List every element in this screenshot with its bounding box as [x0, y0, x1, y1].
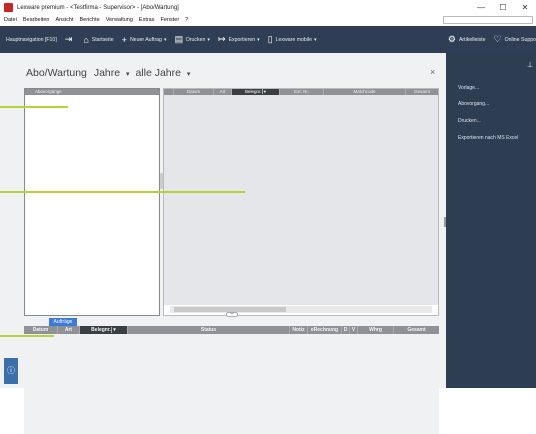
orders-col-status[interactable]: Status — [128, 326, 290, 334]
menu-verwaltung[interactable]: Verwaltung — [106, 17, 133, 23]
menu-berichte[interactable]: Berichte — [80, 17, 100, 23]
pin-toolbar-icon[interactable]: ⇥ — [65, 34, 76, 45]
info-icon[interactable]: ⓘ — [4, 358, 18, 384]
window-title: Lexware premium - <Testfirma - Superviso… — [17, 4, 179, 11]
minimize-button[interactable]: — — [470, 0, 492, 15]
gear-icon: ⚙ — [447, 34, 456, 44]
orders-col-notiz[interactable]: Notiz — [290, 326, 308, 334]
online-support-label: Online Suppo — [504, 36, 536, 43]
startseite-label: Startseite — [91, 36, 114, 43]
mobile-icon: ▯ — [267, 34, 273, 44]
chevron-down-icon: ▾ — [163, 36, 167, 43]
orders-col-v[interactable]: V — [350, 326, 358, 334]
startseite-button[interactable]: ⌂ Startseite — [83, 35, 113, 45]
app-icon — [4, 3, 13, 12]
artikelleiste-button[interactable]: ⚙ Artikelleiste — [448, 34, 486, 45]
home-icon: ⌂ — [83, 34, 89, 45]
chevron-down-icon[interactable]: ▾ — [126, 71, 130, 78]
action-abovorgang[interactable]: Abovorgang... — [458, 101, 489, 107]
orders-col-belegnr[interactable]: Belegnr. ▾ — [80, 326, 128, 334]
menu-ansicht[interactable]: Ansicht — [55, 17, 73, 23]
menu-extras[interactable]: Extras — [139, 17, 155, 23]
main-area: Abo/Wartung Jahre ▾ alle Jahre ▾ × Abovo… — [0, 53, 447, 434]
chevron-down-icon[interactable]: ▾ — [187, 71, 191, 78]
orders-col-erechnung[interactable]: eRechnung — [308, 326, 342, 334]
tab-auftraege[interactable]: Aufträge — [49, 318, 77, 326]
abovorgaenge-list[interactable]: Abovorgänge — [24, 88, 160, 316]
search-input[interactable] — [443, 16, 533, 24]
grid-body[interactable] — [164, 95, 438, 305]
menu-bearbeiten[interactable]: Bearbeiten — [23, 17, 50, 23]
export-icon: ↦ — [218, 34, 226, 44]
plus-icon: + — [121, 34, 127, 45]
abovorgaenge-header: Abovorgänge — [25, 89, 159, 95]
close-window-button[interactable]: ✕ — [514, 0, 536, 15]
action-export-excel[interactable]: Exportieren nach MS Excel — [458, 135, 518, 141]
highlight-line — [0, 335, 54, 337]
menu-help[interactable]: ? — [185, 17, 188, 23]
neuer-auftrag-button[interactable]: + Neuer Auftrag ▾ — [122, 35, 167, 45]
lexware-mobile-label: Lexware mobile — [275, 36, 312, 43]
orders-col-gesamt[interactable]: Gesamt — [394, 326, 439, 334]
collapse-handle-icon[interactable]: ︾ — [226, 312, 238, 317]
year-filter[interactable]: alle Jahre — [135, 67, 181, 79]
toolbar: Hauptnavigation [F10] ⇥ ⌂ Startseite + N… — [0, 26, 536, 53]
orders-col-art[interactable]: Art — [58, 326, 80, 334]
horizontal-scrollbar[interactable] — [170, 306, 432, 313]
title-bar: Lexware premium - <Testfirma - Superviso… — [0, 0, 536, 15]
page-title: Abo/Wartung Jahre ▾ alle Jahre ▾ — [26, 67, 190, 79]
action-vorlage[interactable]: Vorlage... — [458, 85, 479, 91]
menu-datei[interactable]: Datei — [4, 17, 17, 23]
drucken-label: Drucken — [186, 36, 206, 43]
exportieren-label: Exportieren — [228, 36, 256, 43]
pin-icon[interactable]: ⊥ — [527, 61, 533, 69]
exportieren-button[interactable]: ↦ Exportieren ▾ — [218, 34, 260, 45]
close-page-button[interactable]: × — [430, 67, 435, 77]
online-support-button[interactable]: ♡ Online Suppo — [493, 34, 536, 45]
main-navigation-button[interactable]: Hauptnavigation [F10] — [6, 37, 57, 43]
chevron-down-icon: ▾ — [257, 36, 260, 43]
support-icon: ♡ — [493, 34, 502, 44]
neuer-auftrag-label: Neuer Auftrag — [129, 36, 162, 43]
maximize-button[interactable]: ☐ — [492, 0, 514, 15]
year-label: Jahre — [93, 67, 121, 79]
orders-col-d[interactable]: D — [342, 326, 350, 334]
drucken-button[interactable]: ▤ Drucken ▾ — [175, 34, 210, 45]
artikelleiste-label: Artikelleiste — [458, 36, 486, 43]
chevron-down-icon: ▾ — [207, 36, 211, 43]
printer-icon: ▤ — [174, 34, 184, 44]
orders-grid-header: Datum Art Belegnr. ▾ Status Notiz eRechn… — [24, 326, 439, 334]
orders-grid-body[interactable] — [24, 334, 439, 434]
menu-fenster[interactable]: Fenster — [161, 17, 180, 23]
documents-grid[interactable]: Datum Art Belegnr. ▾ Ext. Nr. Matchcode … — [163, 88, 439, 316]
orders-col-whrg[interactable]: Whrg — [358, 326, 394, 334]
lexware-mobile-button[interactable]: ▯ Lexware mobile ▾ — [268, 34, 317, 45]
orders-col-datum[interactable]: Datum — [24, 326, 58, 334]
action-drucken[interactable]: Drucken... — [458, 118, 481, 124]
highlight-line — [0, 191, 245, 193]
chevron-down-icon: ▾ — [314, 36, 317, 43]
page-title-text: Abo/Wartung — [26, 67, 87, 79]
highlight-line — [0, 106, 68, 108]
action-panel: ⊥ Vorlage... Abovorgang... Drucken... Ex… — [446, 53, 536, 388]
